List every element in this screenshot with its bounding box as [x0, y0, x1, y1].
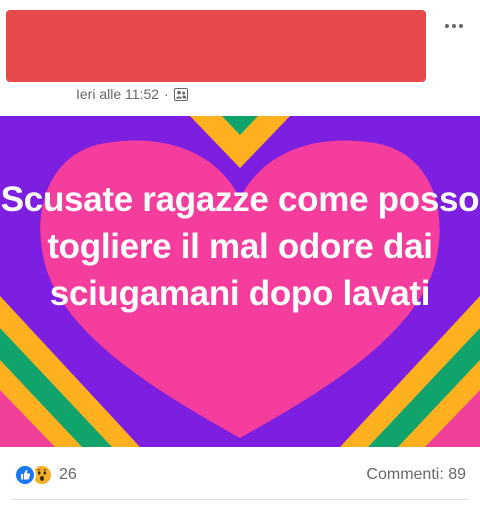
post-footer: 26 Commenti: 89 — [0, 452, 480, 496]
reaction-count: 26 — [59, 466, 77, 483]
meta-separator: · — [164, 86, 169, 102]
friends-icon[interactable] — [173, 87, 188, 101]
reactions-summary[interactable]: 26 — [14, 464, 77, 486]
divider — [12, 499, 468, 500]
post-timestamp[interactable]: Ieri alle 11:52 — [76, 86, 159, 102]
like-icon — [14, 464, 36, 486]
post-image-text: Scusate ragazze come posso togliere il m… — [0, 180, 480, 313]
post-meta: Ieri alle 11:52 · — [76, 84, 188, 104]
post-image[interactable]: Scusate ragazze come posso togliere il m… — [0, 116, 480, 447]
redacted-author-header — [6, 10, 426, 82]
more-options-icon[interactable] — [438, 14, 470, 38]
comments-count-link[interactable]: Commenti: 89 — [366, 466, 466, 484]
